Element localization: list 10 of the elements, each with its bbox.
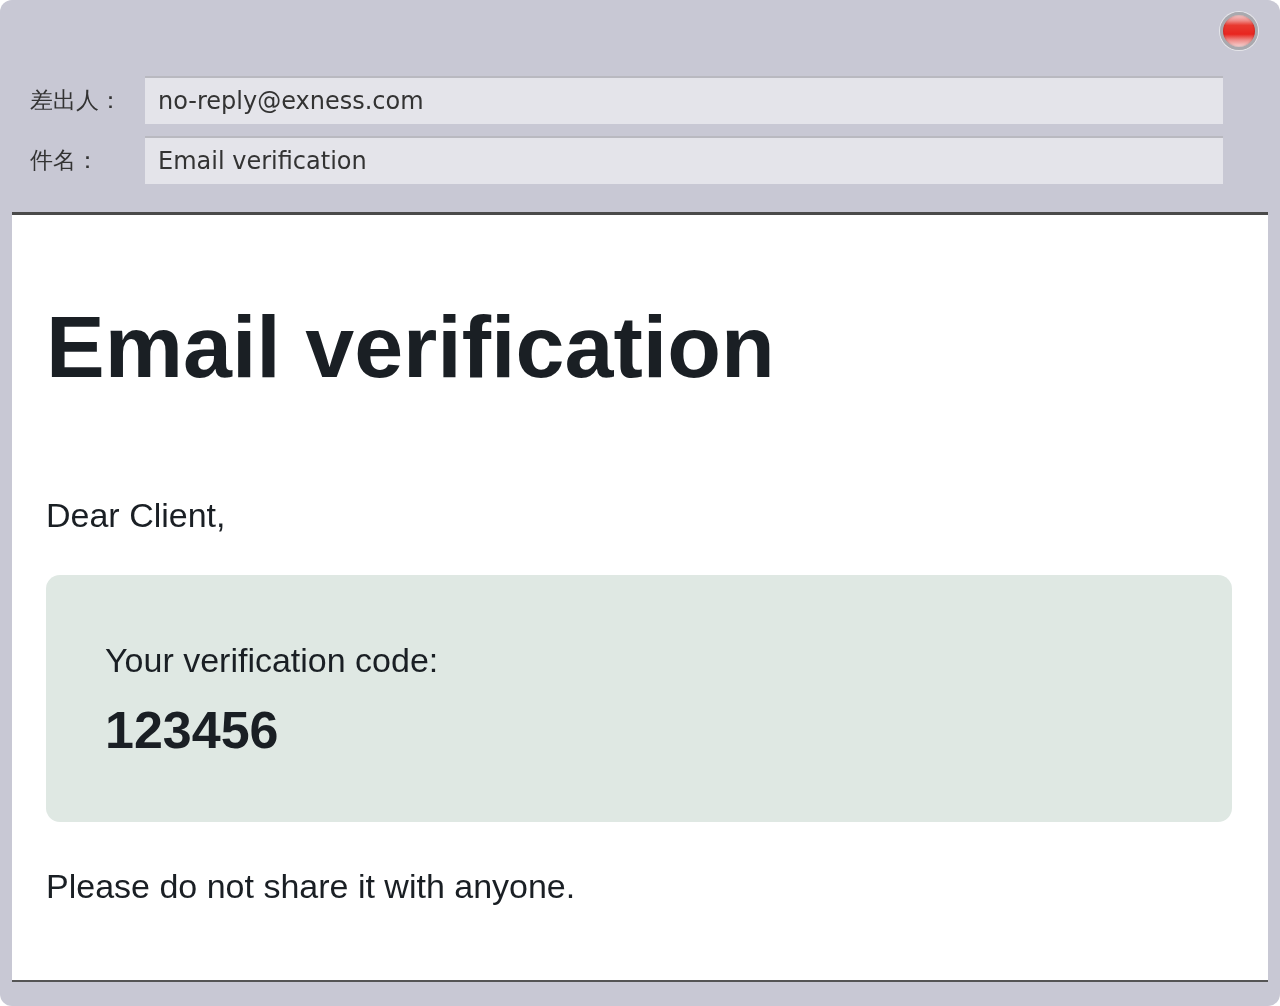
header-field: no-reply@exness.com (145, 76, 1223, 124)
close-button[interactable] (1220, 12, 1258, 50)
verification-code: 123456 (105, 700, 280, 760)
note-text: Please do not share it with anyone. (46, 866, 577, 906)
field-label: 差出人： (29, 85, 123, 115)
field-label: 件名： (29, 145, 100, 175)
email-heading: Email verification (46, 303, 776, 391)
greeting-text: Dear Client, (46, 495, 227, 535)
header-field: Email verification (145, 136, 1223, 184)
code-label: Your verification code: (105, 640, 440, 680)
